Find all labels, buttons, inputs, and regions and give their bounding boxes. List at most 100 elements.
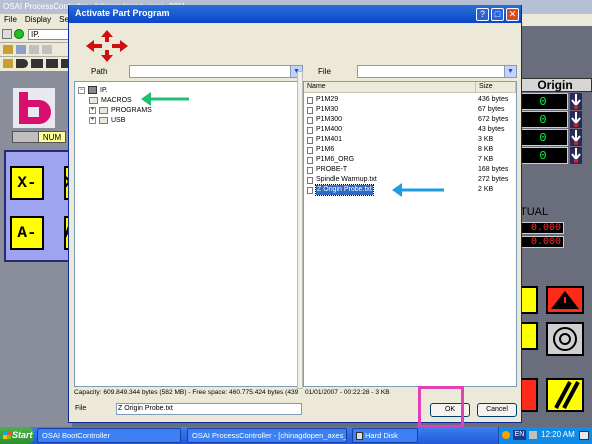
dialog-title: Activate Part Program: [69, 5, 521, 23]
spindle-button[interactable]: [546, 322, 584, 356]
arrow-down-icon[interactable]: [570, 129, 582, 146]
file-icon: [307, 137, 313, 144]
jog-x-minus-button[interactable]: X-: [10, 166, 44, 200]
actual-title: TUAL: [520, 206, 549, 218]
toolbar-icon[interactable]: [31, 59, 43, 68]
annotation-arrow-icon: [392, 183, 444, 197]
file-filter-label: File: [318, 67, 331, 76]
column-header-size[interactable]: Size: [476, 82, 516, 93]
toolbar-icon[interactable]: [3, 59, 13, 68]
arrow-down-icon[interactable]: [570, 147, 582, 164]
task-label: Hard Disk: [365, 431, 398, 440]
file-row[interactable]: P1M6 8 KB: [306, 145, 512, 155]
origin-value: 0: [518, 129, 568, 146]
background-toolbar-2: [0, 43, 76, 57]
toolbar-icon[interactable]: [16, 45, 26, 54]
background-toolbar-path: IP.: [0, 26, 76, 43]
tool-icon[interactable]: [2, 29, 12, 39]
file-filter-select[interactable]: ▼: [357, 65, 517, 78]
file-icon: [307, 147, 313, 154]
file-icon: [307, 117, 313, 124]
warning-icon: [551, 291, 579, 309]
arrow-down-icon[interactable]: [570, 93, 582, 110]
file-icon: [307, 187, 313, 194]
toolbar-icon[interactable]: [42, 45, 52, 54]
drive-icon: [88, 86, 97, 95]
toolbar-icon[interactable]: [29, 45, 39, 54]
path-select[interactable]: ▼: [129, 65, 303, 78]
file-row[interactable]: P1M401 3 KB: [306, 135, 512, 145]
taskbar-item-processcontroller[interactable]: OSAI ProcessController - [chinagdopen_ax…: [187, 428, 347, 443]
feed-hold-button[interactable]: [546, 378, 584, 412]
tree-item-label: USB: [111, 117, 126, 124]
taskbar-item-bootcontroller[interactable]: OSAI BootController: [37, 428, 181, 443]
taskbar: Start OSAI BootController OSAI ProcessCo…: [0, 427, 592, 444]
osai-logo-icon: [19, 92, 51, 124]
tree-item-label: MACROS: [101, 97, 132, 104]
close-button[interactable]: ✕: [506, 8, 519, 21]
menu-file[interactable]: File: [0, 14, 21, 25]
warning-button[interactable]: [546, 286, 584, 314]
tree-item-usb[interactable]: + USB: [89, 116, 125, 126]
origin-value: 0: [518, 93, 568, 110]
background-toolbar-3: [0, 57, 76, 71]
file-icon: [307, 127, 313, 134]
file-list: Name Size P1M29 436 bytes P1M30 67 bytes P…: [303, 81, 517, 387]
tray-icon[interactable]: [529, 431, 537, 439]
maximize-button[interactable]: □: [491, 8, 504, 21]
actual-value: 0.000: [520, 222, 564, 234]
file-row[interactable]: P1M300 672 bytes: [306, 115, 512, 125]
path-label: Path: [91, 67, 108, 76]
cancel-button[interactable]: Cancel: [477, 403, 517, 417]
folder-icon: [99, 106, 108, 114]
toolbar-icon[interactable]: [46, 59, 58, 68]
tree-item-root[interactable]: − IP.: [78, 86, 108, 96]
file-row[interactable]: P1M6_ORG 7 KB: [306, 155, 512, 165]
language-indicator[interactable]: EN: [513, 430, 526, 440]
annotation-arrow-icon: [141, 92, 189, 106]
file-row[interactable]: P1M29 436 bytes: [306, 95, 512, 105]
jog-a-minus-button[interactable]: A-: [10, 216, 44, 250]
spindle-icon: [553, 327, 577, 351]
actual-value: 0.000: [520, 236, 564, 248]
hatch-icon: [554, 381, 580, 409]
status-light-icon: [14, 29, 24, 39]
activate-part-program-dialog: Activate Part Program ? □ ✕ Path ▼ File …: [68, 5, 522, 423]
origin-value: 0: [518, 147, 568, 164]
origin-value: 0: [518, 111, 568, 128]
hard-disk-icon: [356, 432, 363, 440]
file-row[interactable]: P1M400 43 bytes: [306, 125, 512, 135]
origin-title: Origin: [518, 78, 592, 92]
tray-icon[interactable]: [579, 431, 589, 440]
file-icon: [307, 107, 313, 114]
tree-item-macros[interactable]: MACROS: [89, 96, 132, 106]
folder-icon: [99, 116, 108, 124]
annotation-highlight-box: [418, 386, 464, 428]
collapse-icon[interactable]: −: [78, 86, 85, 94]
taskbar-item-hard-disk[interactable]: Hard Disk: [352, 428, 418, 443]
navigation-arrows-icon[interactable]: [83, 29, 131, 63]
file-name-label: File: [75, 405, 87, 412]
folder-tree: − IP. MACROS + PROGRAMS + USB: [74, 81, 299, 387]
column-header-name[interactable]: Name: [304, 82, 476, 93]
tray-icon[interactable]: [502, 431, 510, 439]
chevron-down-icon[interactable]: ▼: [504, 66, 516, 77]
osai-logo: [13, 88, 55, 128]
clock: 12:20 AM: [541, 430, 575, 439]
toolbar-icon[interactable]: [3, 45, 13, 54]
help-button[interactable]: ?: [476, 8, 489, 21]
capacity-status: Capacity: 609.849.344 bytes (582 MB) - F…: [74, 389, 299, 396]
num-indicator: NUM: [38, 131, 66, 143]
file-row[interactable]: P1M30 67 bytes: [306, 105, 512, 115]
arrow-down-icon[interactable]: [570, 111, 582, 128]
expand-icon[interactable]: +: [89, 116, 96, 124]
file-name-input[interactable]: Z Origin Probe.txt: [116, 403, 302, 415]
toolbar-icon[interactable]: [16, 59, 28, 68]
file-icon: [307, 157, 313, 164]
file-row[interactable]: PROBE-T 168 bytes: [306, 165, 512, 175]
folder-icon: [89, 96, 98, 104]
file-icon: [307, 97, 313, 104]
windows-logo-icon: [3, 431, 11, 439]
expand-icon[interactable]: +: [89, 106, 96, 114]
menu-display[interactable]: Display: [21, 14, 55, 25]
